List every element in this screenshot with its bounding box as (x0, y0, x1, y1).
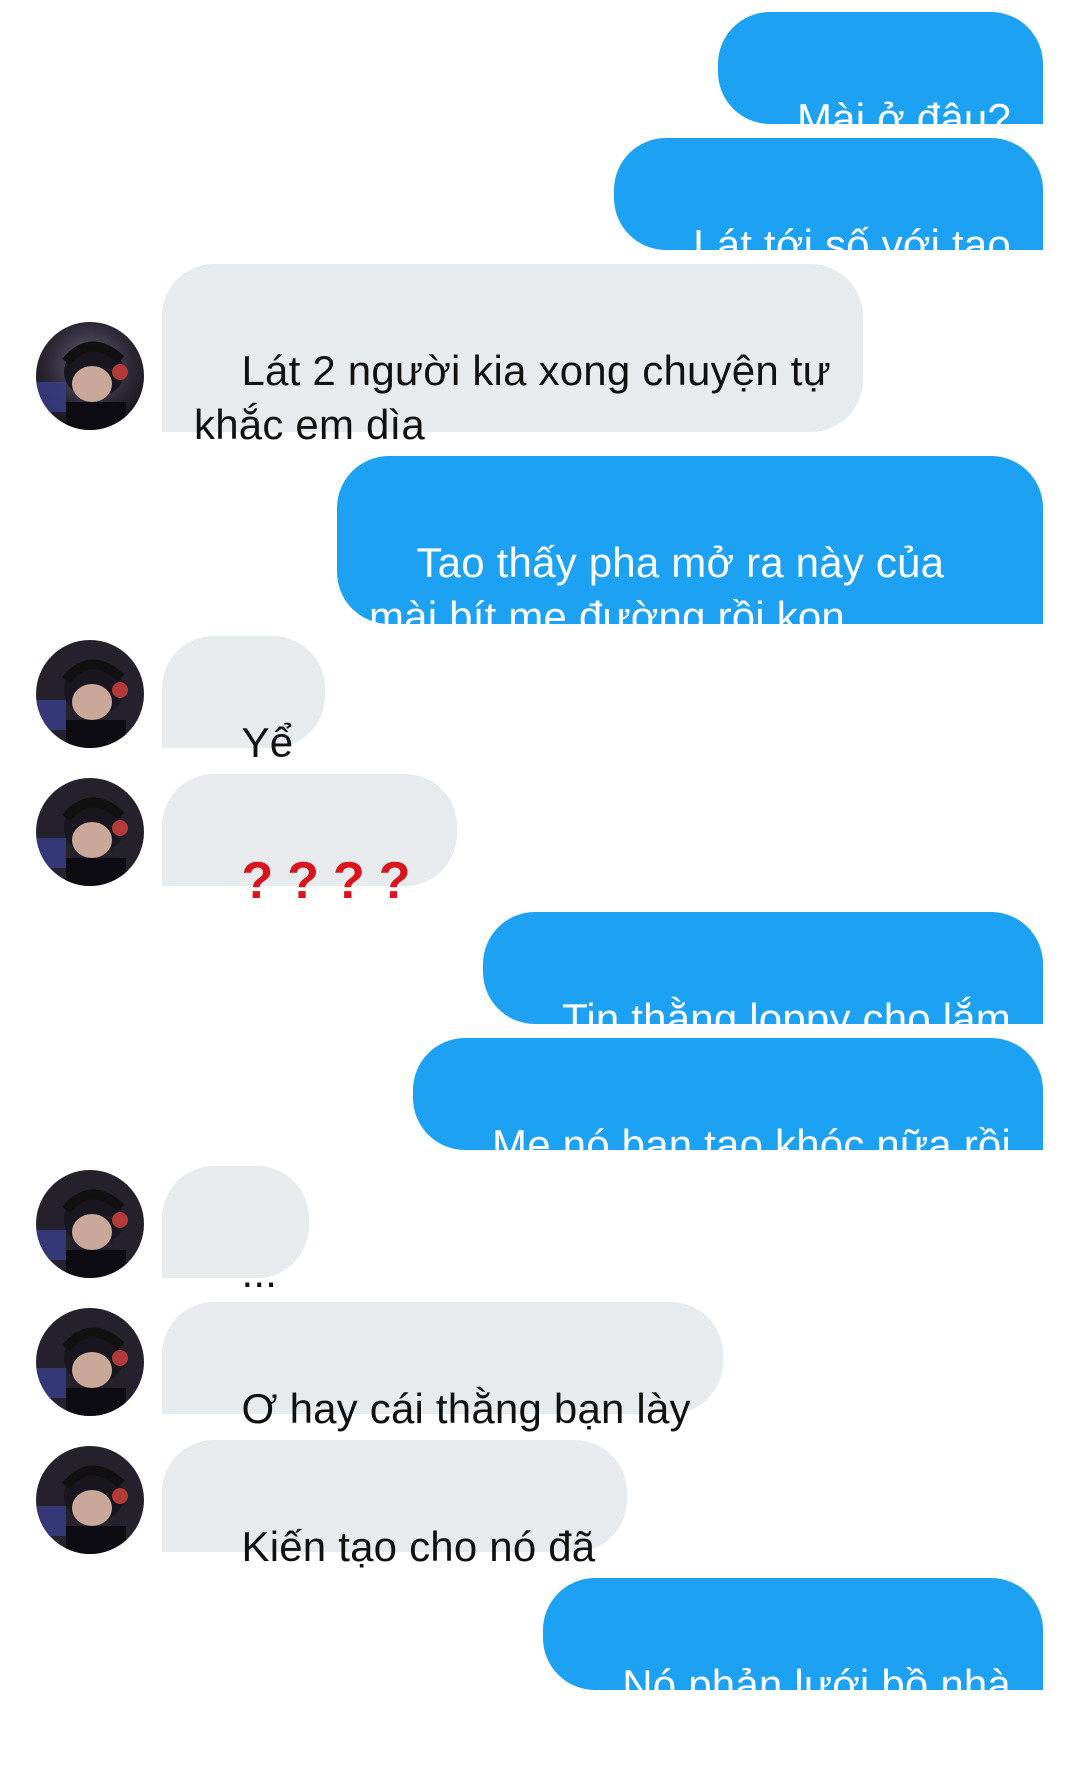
message-text: Mẹ nó bạn tao khóc nữa rồi (492, 1121, 1011, 1168)
message-text: Nó phản lưới bồ nhà (622, 1661, 1011, 1708)
message-text: Mài ở đâu? (797, 95, 1011, 142)
avatar-photo-icon (36, 640, 144, 748)
contact-avatar[interactable] (36, 1308, 144, 1416)
incoming-message-bubble[interactable]: ... (162, 1166, 310, 1296)
avatar-photo-icon (36, 1308, 144, 1416)
incoming-message-bubble[interactable]: Ơ hay cái thằng bạn lày (162, 1302, 723, 1432)
message-text: Tao thấy pha mở ra này của mài bít mẹ đư… (369, 539, 945, 640)
message-text: Lát 2 người kia xong chuyện tự khắc em d… (194, 347, 831, 448)
contact-avatar[interactable] (36, 778, 144, 886)
outgoing-message-bubble[interactable]: Mẹ nó bạn tao khóc nữa rồi (412, 1038, 1043, 1168)
contact-avatar[interactable] (36, 1170, 144, 1278)
message-text: Kiến tạo cho nó đã (241, 1523, 596, 1570)
contact-avatar[interactable] (36, 640, 144, 748)
contact-avatar[interactable] (36, 1446, 144, 1554)
outgoing-message-bubble[interactable]: Nó phản lưới bồ nhà (542, 1578, 1043, 1708)
outgoing-message-bubble[interactable]: Tao thấy pha mở ra này của mài bít mẹ đư… (337, 456, 1043, 640)
outgoing-message-bubble[interactable]: Tin thằng loppy cho lắm (482, 912, 1043, 1042)
avatar-photo-icon (36, 778, 144, 886)
incoming-message-bubble[interactable]: Kiến tạo cho nó đã (162, 1440, 628, 1570)
contact-avatar[interactable] (36, 322, 144, 430)
avatar-photo-icon (36, 322, 144, 430)
incoming-message-bubble[interactable]: Yể (162, 636, 326, 766)
chat-thread: Mài ở đâu? Lát tới số với tao Lát 2 ngườ… (0, 0, 1079, 1708)
message-text: ... (241, 1249, 278, 1296)
incoming-message-bubble[interactable]: Lát 2 người kia xong chuyện tự khắc em d… (162, 264, 863, 448)
avatar-photo-icon (36, 1446, 144, 1554)
question-marks-emoji: ???? (241, 852, 425, 910)
avatar-photo-icon (36, 1170, 144, 1278)
outgoing-message-bubble[interactable]: Lát tới số với tao (613, 138, 1043, 268)
outgoing-message-bubble[interactable]: Mài ở đâu? (717, 12, 1043, 142)
message-text: Lát tới số với tao (693, 221, 1011, 268)
message-text: Yể (241, 719, 294, 766)
message-text: Tin thằng loppy cho lắm (562, 995, 1011, 1042)
message-text: Ơ hay cái thằng bạn lày (241, 1385, 691, 1432)
incoming-message-bubble[interactable]: ???? (162, 774, 457, 908)
